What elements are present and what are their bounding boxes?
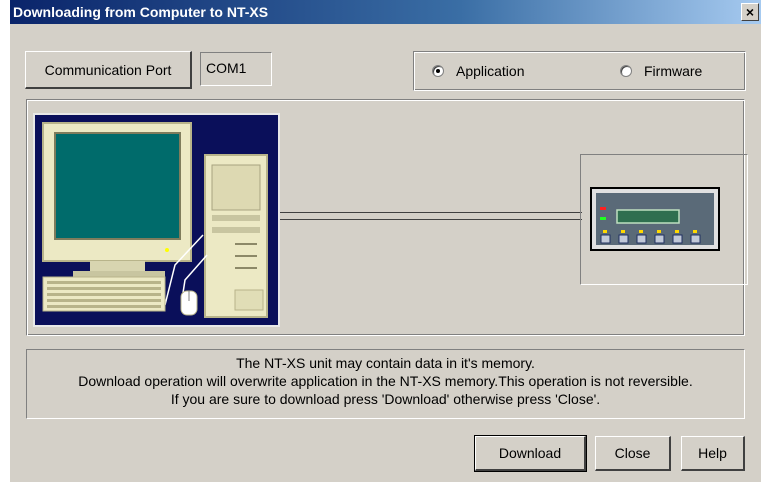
message-line: If you are sure to download press 'Downl…: [170, 391, 601, 407]
title-bar[interactable]: Downloading from Computer to NT-XS ×: [10, 0, 761, 24]
radio-application[interactable]: Application: [432, 63, 525, 79]
nt-xs-device-icon: [590, 187, 720, 251]
message-line: The NT-XS unit may contain data in it's …: [236, 355, 535, 371]
window-title: Downloading from Computer to NT-XS: [13, 4, 269, 20]
com-port-field: COM1: [200, 52, 272, 86]
desktop-computer-icon: [35, 115, 278, 325]
radio-firmware-label: Firmware: [644, 63, 703, 79]
communication-port-button[interactable]: Communication Port: [25, 51, 192, 89]
help-button[interactable]: Help: [681, 436, 745, 471]
download-dialog: Downloading from Computer to NT-XS × Com…: [10, 0, 761, 482]
close-window-button[interactable]: ×: [741, 3, 759, 21]
connection-cable: [280, 212, 582, 220]
close-button[interactable]: Close: [595, 436, 671, 471]
message-line: Download operation will overwrite applic…: [78, 373, 693, 389]
radio-application-dot: [432, 65, 444, 77]
radio-firmware[interactable]: Firmware: [620, 63, 702, 79]
computer-panel: [33, 113, 280, 327]
warning-message: The NT-XS unit may contain data in it's …: [26, 349, 745, 419]
radio-firmware-dot: [620, 65, 632, 77]
download-button[interactable]: Download: [474, 435, 587, 472]
device-panel: [580, 154, 748, 285]
radio-application-label: Application: [456, 63, 525, 79]
